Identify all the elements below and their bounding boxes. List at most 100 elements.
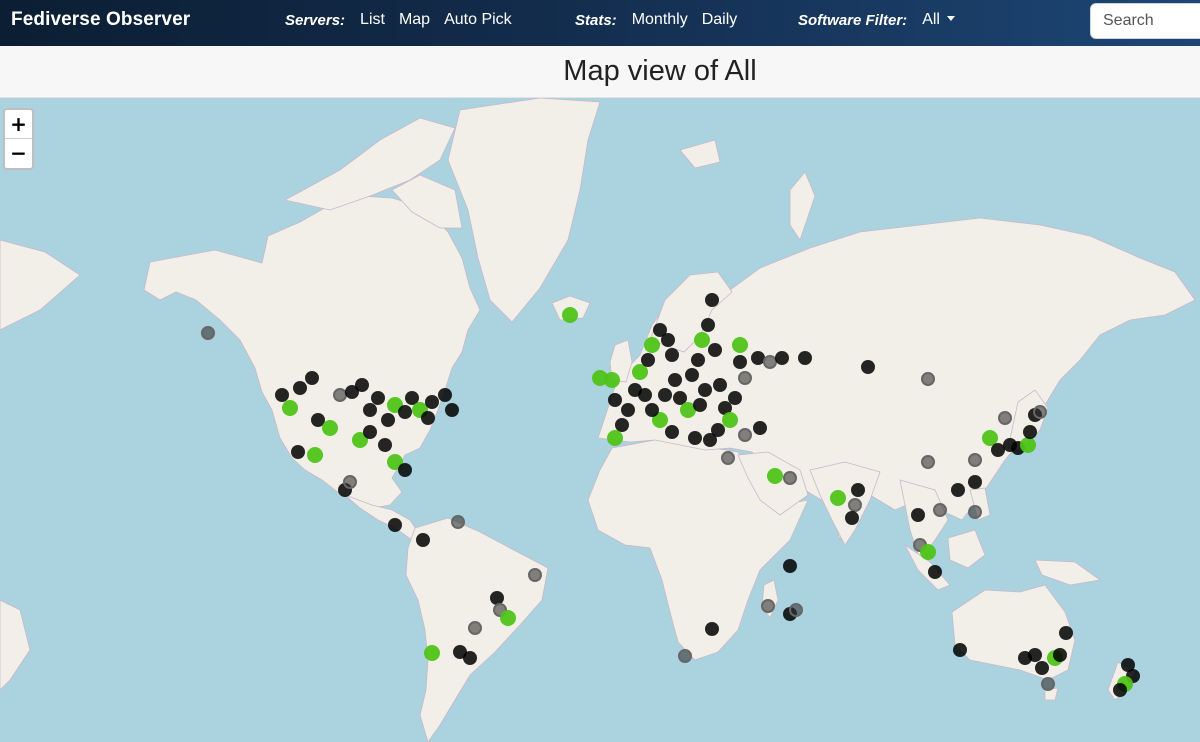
server-marker[interactable] [562,307,578,323]
zoom-in-button[interactable]: + [5,110,32,139]
server-marker[interactable] [733,355,747,369]
server-marker[interactable] [783,471,797,485]
server-marker[interactable] [921,372,935,386]
server-marker[interactable] [728,391,742,405]
server-marker[interactable] [861,360,875,374]
server-marker[interactable] [968,475,982,489]
server-marker[interactable] [767,468,783,484]
server-marker[interactable] [991,443,1005,457]
server-marker[interactable] [528,568,542,582]
server-marker[interactable] [604,372,620,388]
server-marker[interactable] [424,645,440,661]
server-marker[interactable] [783,559,797,573]
server-marker[interactable] [751,351,765,365]
server-marker[interactable] [685,368,699,382]
server-marker[interactable] [500,610,516,626]
server-marker[interactable] [322,420,338,436]
brand-link[interactable]: Fediverse Observer [11,9,190,31]
server-marker[interactable] [305,371,319,385]
server-marker[interactable] [291,445,305,459]
server-marker[interactable] [732,337,748,353]
server-marker[interactable] [1028,648,1042,662]
server-marker[interactable] [371,391,385,405]
server-marker[interactable] [307,447,323,463]
server-marker[interactable] [694,332,710,348]
server-marker[interactable] [688,431,702,445]
server-marker[interactable] [775,351,789,365]
server-marker[interactable] [705,293,719,307]
server-marker[interactable] [621,403,635,417]
server-marker[interactable] [615,418,629,432]
stats-monthly-link[interactable]: Monthly [632,11,688,29]
stats-daily-link[interactable]: Daily [702,11,738,29]
server-marker[interactable] [789,603,803,617]
server-marker[interactable] [398,463,412,477]
server-marker[interactable] [708,343,722,357]
server-marker[interactable] [1033,405,1047,419]
server-marker[interactable] [445,403,459,417]
server-marker[interactable] [911,508,925,522]
server-marker[interactable] [355,378,369,392]
server-marker[interactable] [953,643,967,657]
server-marker[interactable] [421,411,435,425]
server-marker[interactable] [738,371,752,385]
server-marker[interactable] [713,378,727,392]
server-marker[interactable] [343,475,357,489]
zoom-out-button[interactable]: − [5,139,32,168]
server-marker[interactable] [753,421,767,435]
server-marker[interactable] [761,599,775,613]
server-marker[interactable] [665,425,679,439]
server-marker[interactable] [951,483,965,497]
server-marker[interactable] [363,403,377,417]
server-marker[interactable] [468,621,482,635]
server-marker[interactable] [645,403,659,417]
server-marker[interactable] [921,455,935,469]
servers-list-link[interactable]: List [360,11,385,29]
software-filter-dropdown[interactable]: All [922,11,955,29]
server-marker[interactable] [998,411,1012,425]
server-marker[interactable] [661,333,675,347]
server-marker[interactable] [275,388,289,402]
server-marker[interactable] [1059,626,1073,640]
servers-autopick-link[interactable]: Auto Pick [444,11,512,29]
server-marker[interactable] [701,318,715,332]
server-marker[interactable] [490,591,504,605]
server-marker[interactable] [1113,683,1127,697]
server-marker[interactable] [738,428,752,442]
server-marker[interactable] [798,351,812,365]
server-marker[interactable] [607,430,623,446]
server-marker[interactable] [416,533,430,547]
server-marker[interactable] [711,423,725,437]
server-marker[interactable] [644,337,660,353]
server-marker[interactable] [698,383,712,397]
server-marker[interactable] [722,412,738,428]
server-marker[interactable] [763,355,777,369]
server-marker[interactable] [705,622,719,636]
server-marker[interactable] [845,511,859,525]
server-marker[interactable] [425,395,439,409]
world-map[interactable] [0,98,1200,742]
server-marker[interactable] [668,373,682,387]
server-marker[interactable] [1020,437,1036,453]
server-marker[interactable] [381,413,395,427]
servers-map-link[interactable]: Map [399,11,430,29]
server-marker[interactable] [693,398,707,412]
server-marker[interactable] [282,400,298,416]
server-marker[interactable] [451,515,465,529]
server-marker[interactable] [665,348,679,362]
server-marker[interactable] [1023,425,1037,439]
server-marker[interactable] [848,498,862,512]
server-marker[interactable] [1041,677,1055,691]
server-marker[interactable] [830,490,846,506]
server-marker[interactable] [928,565,942,579]
server-marker[interactable] [201,326,215,340]
server-marker[interactable] [691,353,705,367]
server-marker[interactable] [968,453,982,467]
server-marker[interactable] [658,388,672,402]
server-marker[interactable] [851,483,865,497]
server-marker[interactable] [721,451,735,465]
server-marker[interactable] [968,505,982,519]
server-marker[interactable] [1053,648,1067,662]
server-marker[interactable] [641,353,655,367]
server-marker[interactable] [363,425,377,439]
